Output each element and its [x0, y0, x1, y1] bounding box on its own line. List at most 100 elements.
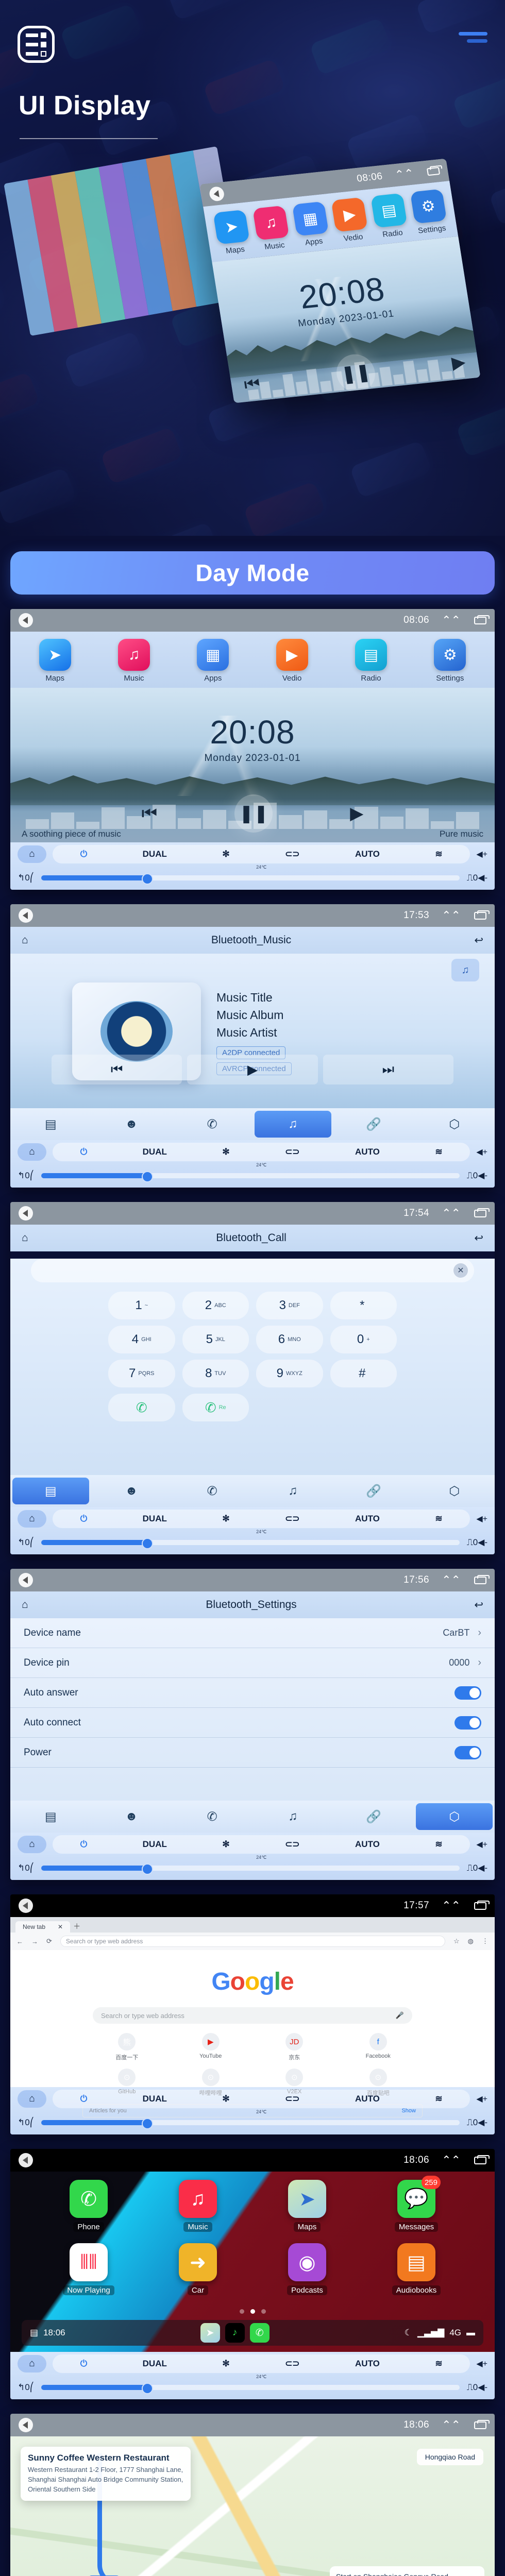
- dock-phone-icon[interactable]: ✆: [249, 2323, 270, 2343]
- recents-icon[interactable]: [474, 910, 490, 920]
- tab-call-log[interactable]: ✆: [174, 1478, 250, 1504]
- tab-call-log[interactable]: ✆: [174, 1111, 250, 1138]
- clear-x-icon[interactable]: ✕: [453, 1263, 468, 1278]
- back-icon[interactable]: [19, 1206, 33, 1221]
- tab-music[interactable]: ♫: [255, 1478, 331, 1504]
- tab-contacts[interactable]: ☻: [93, 1803, 170, 1830]
- dock-maps-icon[interactable]: ➤: [200, 2323, 220, 2343]
- volume-down-icon[interactable]: ◀-: [478, 873, 487, 883]
- power-icon[interactable]: ⏻: [80, 2359, 87, 2369]
- tab-link[interactable]: 🔗: [335, 1803, 412, 1830]
- fan-speed-slider[interactable]: [41, 1538, 460, 1549]
- carplay-app-podcasts[interactable]: ◉ Podcasts: [252, 2243, 362, 2295]
- back-arrow-icon[interactable]: ↰: [18, 1863, 25, 1873]
- carplay-app-maps[interactable]: ➤ Maps: [252, 2180, 362, 2232]
- shortcut-tile[interactable]: 熊百度一下: [88, 2033, 166, 2061]
- snowflake-icon[interactable]: ✻: [222, 2359, 229, 2369]
- recents-icon[interactable]: [474, 2419, 490, 2429]
- back-icon[interactable]: [19, 2418, 33, 2432]
- snowflake-icon[interactable]: ✻: [222, 849, 229, 859]
- app-maps[interactable]: ➤ Maps: [209, 209, 256, 257]
- bookmark-icon[interactable]: ☆: [453, 1937, 460, 1945]
- return-icon[interactable]: ↩: [474, 1232, 483, 1245]
- dual-button[interactable]: DUAL: [143, 1147, 167, 1157]
- dual-button[interactable]: DUAL: [143, 2094, 167, 2104]
- chevron-up-icon[interactable]: ⌃⌃: [442, 1574, 461, 1586]
- snowflake-icon[interactable]: ✻: [222, 1514, 229, 1524]
- app-maps[interactable]: ➤ Maps: [24, 639, 86, 683]
- home-button[interactable]: ⌂: [18, 845, 46, 863]
- dual-button[interactable]: DUAL: [143, 849, 167, 859]
- recirculate-icon[interactable]: ⊂⊃: [285, 2359, 300, 2369]
- recents-icon[interactable]: [426, 166, 441, 176]
- search-input[interactable]: Search or type web address 🎤: [93, 2007, 412, 2024]
- chevron-up-icon[interactable]: ⌃⌃: [442, 1208, 461, 1219]
- app-vedio[interactable]: ▶ Vedio: [327, 197, 374, 244]
- volume-up-icon[interactable]: ◀+: [476, 849, 487, 859]
- chevron-up-icon[interactable]: ⌃⌃: [442, 2419, 461, 2431]
- list-menu-icon[interactable]: [18, 26, 55, 63]
- show-link[interactable]: Show: [401, 2108, 416, 2114]
- chevron-up-icon[interactable]: ⌃⌃: [442, 910, 461, 921]
- home-icon[interactable]: ⌂: [22, 1599, 28, 1611]
- back-icon[interactable]: [208, 186, 225, 202]
- key-5[interactable]: 5 JKL: [182, 1326, 249, 1353]
- app-switcher-icon[interactable]: ▤: [30, 2328, 38, 2338]
- shortcut-tile[interactable]: ▶ YouTube: [172, 2033, 250, 2061]
- recents-icon[interactable]: [474, 2155, 490, 2164]
- tab-settings[interactable]: ⬡: [416, 1111, 493, 1138]
- app-vedio[interactable]: ▶ Vedio: [261, 639, 323, 683]
- auto-button[interactable]: AUTO: [355, 1839, 380, 1850]
- shortcut-tile[interactable]: JD 京东: [255, 2033, 334, 2061]
- app-apps[interactable]: ▦ Apps: [182, 639, 244, 683]
- music-note-icon[interactable]: ♫: [451, 959, 479, 981]
- dock-now-playing-icon[interactable]: ♪: [225, 2323, 245, 2343]
- back-icon[interactable]: [19, 908, 33, 923]
- power-icon[interactable]: ⏻: [80, 1147, 87, 1157]
- app-music[interactable]: ♫ Music: [103, 639, 165, 683]
- defrost-icon[interactable]: ≋: [444, 399, 452, 403]
- tab-music[interactable]: ♫: [255, 1803, 331, 1830]
- pause-icon[interactable]: ❚❚: [234, 794, 273, 833]
- carplay-app-now-playing[interactable]: ⦀⦀ Now Playing: [34, 2243, 143, 2295]
- app-settings[interactable]: ⚙ Settings: [419, 639, 481, 683]
- dual-button[interactable]: DUAL: [143, 1514, 167, 1524]
- place-card[interactable]: Sunny Coffee Western Restaurant Western …: [21, 2447, 191, 2501]
- back-arrow-icon[interactable]: ↰: [18, 873, 25, 883]
- fan-speed-slider[interactable]: [41, 2118, 460, 2129]
- volume-up-icon[interactable]: ◀+: [465, 396, 478, 403]
- back-arrow-icon[interactable]: ↰: [18, 2382, 25, 2393]
- browser-tab[interactable]: New tab ✕: [15, 1921, 71, 1933]
- key-9[interactable]: 9 WXYZ: [256, 1360, 323, 1387]
- forward-icon[interactable]: →: [31, 1938, 38, 1945]
- key-2[interactable]: 2 ABC: [182, 1292, 249, 1319]
- app-music[interactable]: ♫ Music: [249, 205, 295, 252]
- back-icon[interactable]: [19, 1573, 33, 1587]
- phone-number-input[interactable]: ✕: [31, 1259, 474, 1282]
- chevron-up-icon[interactable]: ⌃⌃: [442, 1900, 461, 1911]
- defrost-icon[interactable]: ≋: [435, 1839, 442, 1850]
- defrost-icon[interactable]: ≋: [435, 849, 442, 859]
- volume-up-icon[interactable]: ◀+: [476, 1514, 487, 1524]
- volume-up-icon[interactable]: ◀+: [476, 1147, 487, 1157]
- home-button[interactable]: ⌂: [18, 1510, 46, 1528]
- fan-speed-slider[interactable]: [41, 1171, 460, 1182]
- volume-down-icon[interactable]: ◀-: [478, 1537, 487, 1548]
- seat-heat-icon[interactable]: ⎍: [467, 1171, 473, 1181]
- defrost-icon[interactable]: ≋: [435, 1147, 442, 1157]
- recirculate-icon[interactable]: ⊂⊃: [285, 1839, 300, 1850]
- dual-button[interactable]: DUAL: [143, 1839, 167, 1850]
- shortcut-tile[interactable]: f Facebook: [339, 2033, 418, 2061]
- new-tab-icon[interactable]: ＋: [73, 1921, 80, 1933]
- carplay-app-music[interactable]: ♫ Music: [143, 2180, 252, 2232]
- carplay-app-car[interactable]: ➜ Car: [143, 2243, 252, 2295]
- toggle-power[interactable]: [454, 1745, 481, 1759]
- skip-previous-icon[interactable]: ⏮: [52, 1055, 182, 1084]
- tab-call-log[interactable]: ✆: [174, 1803, 250, 1830]
- carplay-app-messages[interactable]: 💬 259 Messages: [362, 2176, 471, 2232]
- call-button[interactable]: ✆: [108, 1394, 175, 1421]
- reload-icon[interactable]: ⟳: [46, 1937, 52, 1945]
- auto-button[interactable]: AUTO: [355, 849, 380, 859]
- power-icon[interactable]: ⏻: [80, 2094, 87, 2104]
- carplay-app-phone[interactable]: ✆ Phone: [34, 2180, 143, 2232]
